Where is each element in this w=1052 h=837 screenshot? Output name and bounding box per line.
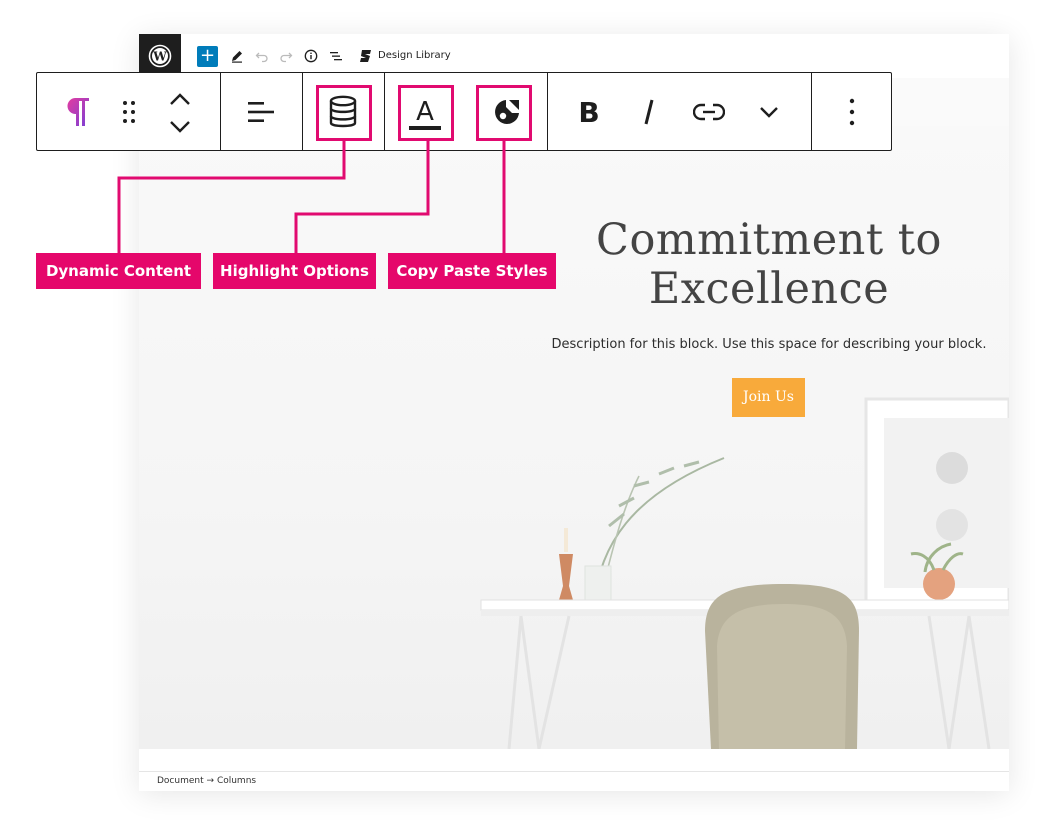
editor-footer: Document → Columns	[139, 771, 1009, 791]
align-left-icon	[248, 102, 274, 122]
hero-heading[interactable]: Commitment to Excellence	[559, 216, 979, 314]
chevron-down-icon	[760, 107, 778, 118]
svg-text:W: W	[152, 50, 167, 64]
block-options-button[interactable]	[832, 92, 872, 132]
design-library-label[interactable]: Design Library	[378, 50, 451, 61]
toolbar-divider	[302, 73, 303, 150]
breadcrumb-document[interactable]: Document	[157, 776, 204, 786]
bold-icon: B	[578, 95, 600, 129]
highlight-options-callout: Highlight Options	[213, 253, 376, 289]
more-rich-text-button[interactable]	[749, 92, 789, 132]
chevron-down-icon	[170, 121, 190, 133]
hero-description[interactable]: Description for this block. Use this spa…	[539, 337, 999, 352]
hero-columns-block[interactable]: Commitment to Excellence Description for…	[139, 126, 1009, 749]
list-view-icon	[330, 52, 342, 61]
join-us-button[interactable]: Join Us	[732, 378, 805, 417]
more-vertical-icon	[849, 98, 855, 126]
add-block-button[interactable]: +	[197, 46, 218, 67]
drag-handle-button[interactable]	[111, 92, 147, 132]
stackable-logo-icon	[360, 50, 371, 62]
align-button[interactable]	[241, 92, 281, 132]
link-button[interactable]	[689, 92, 729, 132]
redo-button[interactable]	[278, 47, 294, 65]
list-view-button[interactable]	[328, 47, 344, 65]
bold-button[interactable]: B	[569, 92, 609, 132]
block-toolbar: A B	[36, 72, 892, 151]
stackable-design-library-button[interactable]	[358, 47, 374, 65]
dynamic-content-highlight	[316, 85, 372, 141]
move-up-button[interactable]	[162, 87, 198, 111]
hero-heading-line-1: Commitment to	[596, 215, 942, 265]
highlight-options-highlight	[398, 85, 454, 141]
info-icon	[304, 49, 318, 63]
breadcrumb: Document → Columns	[157, 776, 256, 786]
italic-icon	[644, 99, 654, 125]
undo-icon	[255, 52, 268, 63]
plus-icon: +	[199, 45, 216, 66]
undo-button[interactable]	[254, 47, 270, 65]
details-button[interactable]	[303, 47, 319, 65]
drag-handle-icon	[123, 101, 135, 123]
edit-tools-button[interactable]	[229, 47, 245, 65]
paragraph-icon	[67, 98, 89, 126]
toolbar-divider	[220, 73, 221, 150]
copy-paste-styles-highlight	[476, 85, 532, 141]
chevron-up-icon	[170, 93, 190, 105]
copy-paste-styles-callout: Copy Paste Styles	[388, 253, 556, 289]
breadcrumb-arrow: →	[206, 776, 215, 786]
redo-icon	[280, 52, 293, 63]
link-icon	[693, 103, 725, 121]
toolbar-divider	[384, 73, 385, 150]
move-down-button[interactable]	[162, 115, 198, 139]
toolbar-divider	[547, 73, 548, 150]
breadcrumb-columns[interactable]: Columns	[217, 776, 256, 786]
toolbar-divider	[811, 73, 812, 150]
hero-heading-line-2: Excellence	[648, 264, 890, 314]
pencil-icon	[232, 51, 242, 63]
italic-button[interactable]	[629, 92, 669, 132]
block-type-button[interactable]	[57, 92, 97, 132]
dynamic-content-callout: Dynamic Content	[36, 253, 201, 289]
wordpress-icon: W	[148, 44, 172, 68]
